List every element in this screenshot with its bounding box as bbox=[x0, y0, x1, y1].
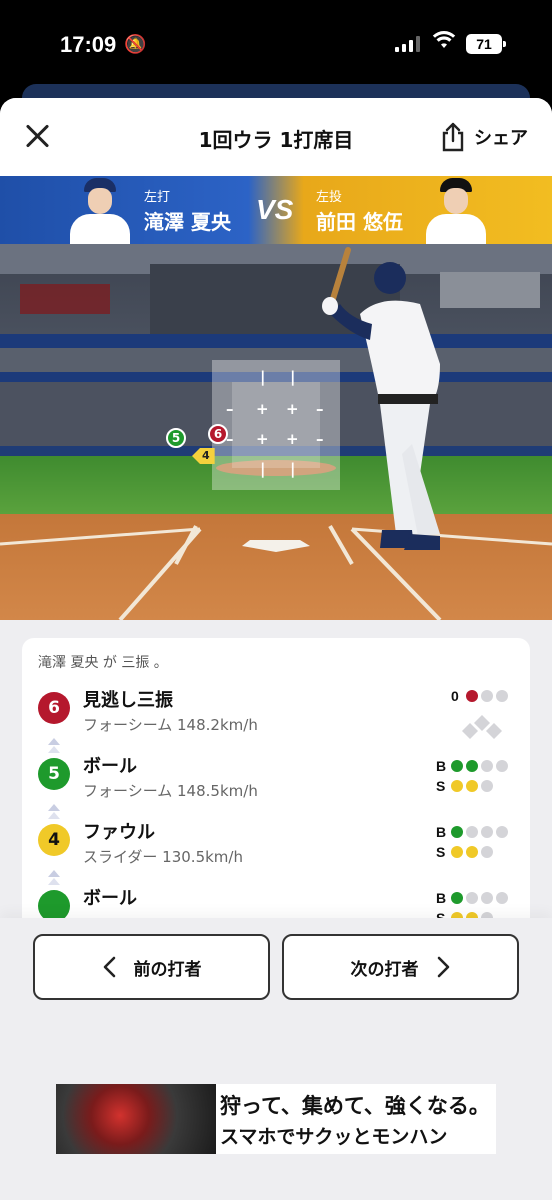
status-time: 17:09 bbox=[60, 32, 117, 57]
next-batter-button[interactable]: 次の打者 bbox=[282, 934, 519, 1000]
matchup-bar: 左打 滝澤 夏央 VS 左投 前田 悠伍 bbox=[0, 176, 552, 244]
ball-count: B bbox=[436, 758, 508, 774]
prev-batter-label: 前の打者 bbox=[133, 959, 202, 980]
pitch-row[interactable]: 5 ボール フォーシーム 148.5km/h B S bbox=[22, 750, 530, 816]
batter-avatar[interactable] bbox=[64, 178, 136, 244]
pitch-number: 4 bbox=[38, 824, 70, 856]
share-icon bbox=[440, 122, 466, 152]
out-count: 0 bbox=[451, 688, 508, 704]
chevron-left-icon bbox=[103, 956, 115, 978]
at-bat-sheet: 1回ウラ 1打席目 シェア 左打 滝澤 夏央 VS 左投 前田 悠伍 | | –… bbox=[0, 98, 552, 1200]
batter-hand: 左打 bbox=[144, 190, 171, 205]
battery-icon: 71 bbox=[466, 34, 506, 54]
strike-count: S bbox=[436, 778, 508, 794]
pitch-number: 6 bbox=[38, 692, 70, 724]
pitcher-hand: 左投 bbox=[316, 190, 343, 205]
ad-banner[interactable]: 狩って、集めて、強くなる。 スマホでサクッとモンハン bbox=[56, 1084, 496, 1154]
next-batter-label: 次の打者 bbox=[350, 959, 419, 980]
pitch-log: 滝澤 夏央 が 三振 。 6 見逃し三振 フォーシーム 148.2km/h 0 … bbox=[22, 638, 530, 938]
pitch-type-speed: フォーシーム 148.5km/h bbox=[83, 782, 258, 800]
pitch-marker-6[interactable]: 6 bbox=[208, 424, 228, 444]
strike-zone-core bbox=[232, 382, 320, 468]
vs-label: VS bbox=[256, 194, 294, 225]
batter-name[interactable]: 滝澤 夏央 bbox=[144, 206, 231, 235]
ball-count: B bbox=[436, 824, 508, 840]
cellular-signal-icon bbox=[395, 36, 420, 52]
share-button[interactable]: シェア bbox=[440, 122, 528, 152]
pitch-type-speed: スライダー 130.5km/h bbox=[83, 848, 243, 866]
pitch-type-speed: フォーシーム 148.2km/h bbox=[83, 716, 258, 734]
ad-headline: 狩って、集めて、強くなる。 bbox=[220, 1093, 490, 1118]
at-bat-summary: 滝澤 夏央 が 三振 。 bbox=[38, 655, 168, 671]
bottom-area: 前の打者 次の打者 狩って、集めて、強くなる。 スマホでサクッとモンハン bbox=[0, 918, 552, 1200]
pitch-row[interactable]: 6 見逃し三振 フォーシーム 148.2km/h 0 bbox=[22, 684, 530, 750]
pitch-result: ボール bbox=[83, 888, 137, 909]
chevron-right-icon bbox=[437, 956, 449, 978]
ad-subline: スマホでサクッとモンハン bbox=[220, 1126, 448, 1148]
pitch-row[interactable]: 4 ファウル スライダー 130.5km/h B S bbox=[22, 816, 530, 882]
share-label: シェア bbox=[474, 128, 528, 149]
pitcher-avatar[interactable] bbox=[420, 178, 492, 244]
pitch-result: ボール bbox=[83, 756, 137, 777]
bases-diamond-icon bbox=[462, 715, 502, 739]
pitcher-name[interactable]: 前田 悠伍 bbox=[316, 206, 403, 235]
wifi-icon bbox=[432, 30, 456, 55]
pitch-field-view: | | – + + – – + + – | | 5 6 4 bbox=[0, 244, 552, 620]
status-bar: 17:09 🔕 71 bbox=[0, 0, 552, 92]
ball-count: B bbox=[436, 890, 508, 906]
pitch-result: ファウル bbox=[83, 822, 155, 843]
prev-batter-button[interactable]: 前の打者 bbox=[33, 934, 270, 1000]
pitch-number: 5 bbox=[38, 758, 70, 790]
strike-zone: | | – + + – – + + – | | bbox=[212, 360, 340, 490]
pitch-marker-5[interactable]: 5 bbox=[166, 428, 186, 448]
header: 1回ウラ 1打席目 シェア bbox=[0, 98, 552, 176]
ad-artwork bbox=[56, 1084, 216, 1154]
strike-count: S bbox=[436, 844, 508, 860]
out-count-value: 0 bbox=[451, 688, 459, 704]
bell-muted-icon: 🔕 bbox=[124, 34, 147, 55]
pitch-result: 見逃し三振 bbox=[83, 690, 173, 711]
